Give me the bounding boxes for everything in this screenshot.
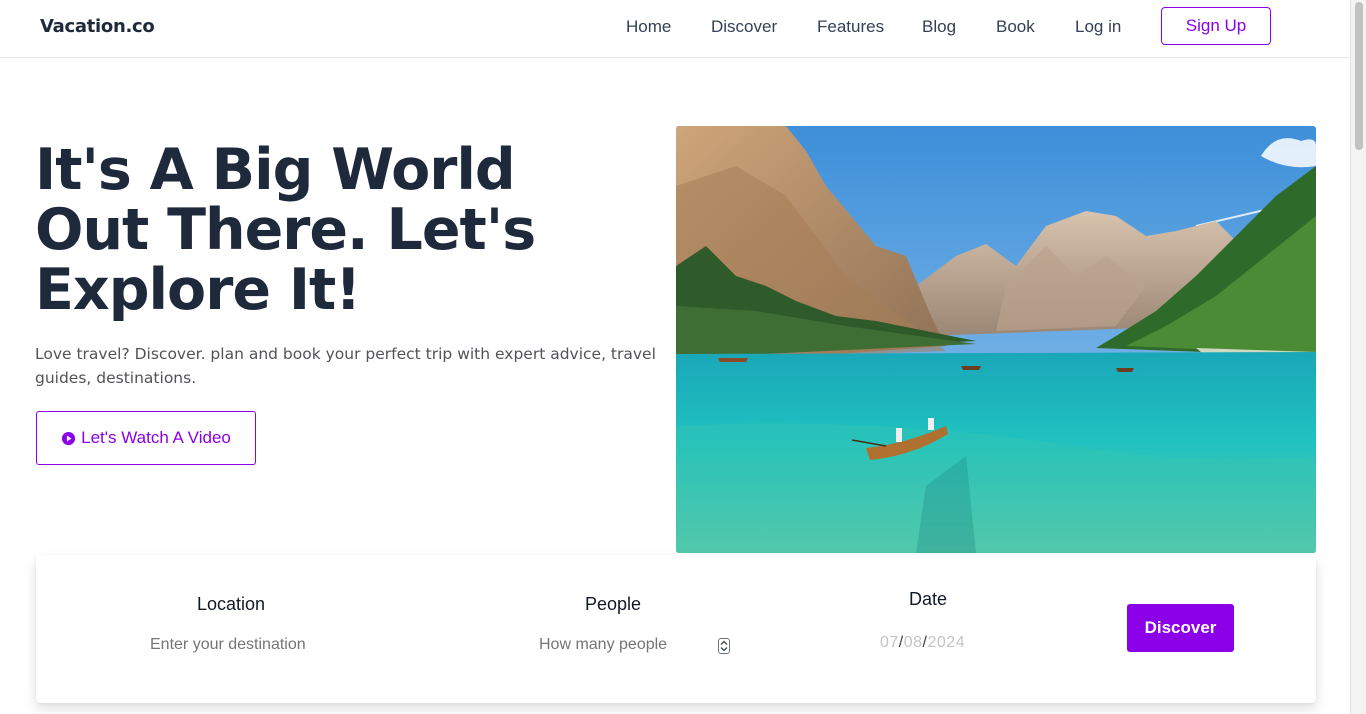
nav-login-link[interactable]: Log in (1075, 17, 1121, 37)
hero-subtitle: Love travel? Discover. plan and book you… (35, 345, 656, 387)
hero-title-line-2: Out There. Let's (35, 197, 536, 263)
nav-book-link[interactable]: Book (996, 17, 1035, 37)
people-label: People (585, 594, 642, 614)
watch-video-label: Let's Watch A Video (81, 428, 231, 447)
hero-title: It's A Big World Out There. Let's Explor… (35, 140, 555, 320)
date-month: 07 (880, 634, 899, 651)
date-day: 08 (903, 634, 923, 651)
nav-features-link[interactable]: Features (817, 17, 884, 37)
hero-image (676, 126, 1316, 553)
search-panel: Location People Date 07/08/2024 Discover (36, 555, 1316, 703)
people-stepper-icon[interactable] (718, 638, 730, 654)
date-year: 2024 (927, 634, 966, 651)
discover-button[interactable]: Discover (1127, 604, 1234, 652)
hero-title-line-3: Explore It! (35, 257, 361, 323)
site-logo[interactable]: Vacation.co (40, 16, 155, 37)
page-scrollbar[interactable] (1350, 0, 1366, 714)
mountain-lake-photo-icon (676, 126, 1316, 553)
location-input[interactable] (150, 636, 330, 654)
nav-home-link[interactable]: Home (626, 17, 671, 37)
date-label: Date (909, 589, 948, 609)
watch-video-button[interactable]: Let's Watch A Video (36, 411, 256, 465)
play-circle-icon (62, 431, 76, 445)
top-navbar: Vacation.co Home Discover Features Blog … (0, 0, 1350, 58)
hero-title-line-1: It's A Big World (35, 137, 516, 203)
scrollbar-thumb[interactable] (1355, 2, 1363, 150)
sign-up-button[interactable]: Sign Up (1161, 7, 1271, 45)
people-input[interactable] (539, 636, 699, 654)
nav-discover-link[interactable]: Discover (711, 17, 777, 37)
nav-blog-link[interactable]: Blog (922, 17, 956, 37)
date-input[interactable]: 07/08/2024 (880, 634, 965, 652)
location-label: Location (197, 594, 266, 614)
